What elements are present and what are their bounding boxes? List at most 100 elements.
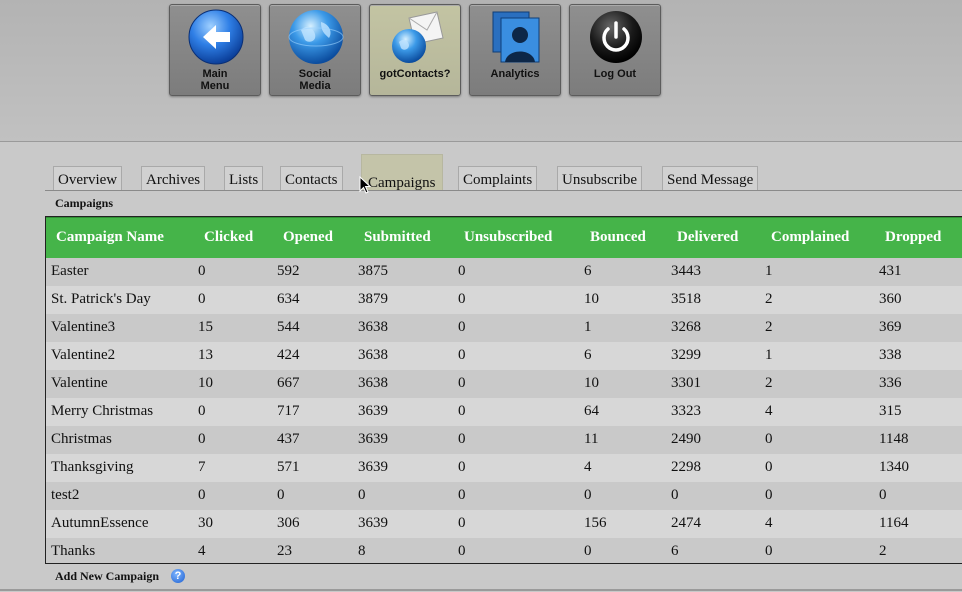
table-row[interactable]: St. Patrick's Day 0 634 3879 0 10 3518 2 360	[46, 285, 962, 314]
log-out-button[interactable]: Log Out	[569, 4, 661, 96]
table-cell: 0	[765, 459, 773, 475]
table-row[interactable]: Valentine 10 667 3638 0 10 3301 2 336	[46, 369, 962, 398]
table-cell: 3875	[358, 263, 388, 279]
table-cell: 4	[765, 515, 773, 531]
campaign-name-cell[interactable]: Easter	[46, 258, 194, 286]
table-row[interactable]: Thanksgiving 7 571 3639 0 4 2298 0 1340	[46, 453, 962, 482]
table-cell: 1	[765, 347, 773, 363]
campaign-name-cell[interactable]: test2	[46, 482, 194, 510]
campaign-name-cell[interactable]: Christmas	[46, 426, 194, 454]
social-media-button[interactable]: Social Media	[269, 4, 361, 96]
table-cell: 1164	[879, 515, 909, 531]
nav-label: Analytics	[490, 68, 540, 80]
table-cell: 0	[458, 543, 466, 559]
globe-icon	[288, 10, 344, 64]
table-cell: 3639	[358, 431, 388, 447]
table-cell: 3639	[358, 515, 388, 531]
table-row[interactable]: Easter 0 592 3875 0 6 3443 1 431	[46, 257, 962, 286]
main-menu-button[interactable]: Main Menu	[169, 4, 261, 96]
add-new-campaign-link[interactable]: Add New Campaign	[55, 569, 159, 584]
table-row[interactable]: Thanks 4 23 8 0 0 6 0 2	[46, 537, 962, 564]
column-header[interactable]: Dropped	[875, 217, 962, 258]
table-cell: 3443	[671, 263, 701, 279]
column-header[interactable]: Delivered	[667, 217, 761, 258]
tab-overview[interactable]: Overview	[53, 166, 123, 190]
table-cell: 2	[765, 319, 773, 335]
column-header[interactable]: Complained	[761, 217, 875, 258]
table-cell: 0	[458, 263, 466, 279]
table-cell: 437	[277, 431, 300, 447]
table-header-row: Campaign Name Clicked Opened Submitted Unsub…	[46, 217, 962, 258]
campaigns-table: Campaign Name Clicked Opened Submitted Unsub…	[45, 216, 962, 564]
tab-complaints[interactable]: Complaints	[458, 166, 538, 190]
table-cell: 0	[198, 487, 206, 503]
table-cell: 338	[879, 347, 902, 363]
table-cell: 10	[584, 291, 599, 307]
table-cell: 7	[198, 459, 206, 475]
table-row[interactable]: test2 0 0 0 0 0 0 0 0	[46, 481, 962, 510]
table-cell: 336	[879, 375, 902, 391]
table-cell: 2490	[671, 431, 701, 447]
table-cell: 10	[584, 375, 599, 391]
column-header[interactable]: Campaign Name	[46, 217, 194, 258]
column-header[interactable]: Submitted	[354, 217, 454, 258]
table-cell: 8	[358, 543, 366, 559]
table-cell: 0	[879, 487, 887, 503]
table-cell: 3638	[358, 375, 388, 391]
campaign-name-cell[interactable]: Thanksgiving	[46, 454, 194, 482]
tab-unsubscribe[interactable]: Unsubscribe	[557, 166, 642, 190]
column-header[interactable]: Bounced	[580, 217, 667, 258]
tab-send-message[interactable]: Send Message	[662, 166, 759, 190]
table-cell: 6	[671, 543, 679, 559]
table-cell: 3638	[358, 319, 388, 335]
table-cell: 3639	[358, 403, 388, 419]
column-header[interactable]: Opened	[273, 217, 354, 258]
table-cell: 369	[879, 319, 902, 335]
table-cell: 2	[765, 375, 773, 391]
campaign-name-cell[interactable]: Valentine	[46, 370, 194, 398]
column-header[interactable]: Unsubscribed	[454, 217, 580, 258]
table-cell: 13	[198, 347, 213, 363]
table-cell: 0	[458, 347, 466, 363]
tab-contacts[interactable]: Contacts	[280, 166, 343, 190]
top-toolbar: Main Menu Social Media gotContacts? Anal…	[0, 0, 962, 142]
table-cell: 0	[458, 403, 466, 419]
campaign-name-cell[interactable]: AutumnEssence	[46, 510, 194, 538]
gotcontacts-button[interactable]: gotContacts?	[369, 4, 461, 96]
nav-label: gotContacts?	[379, 68, 451, 80]
table-cell: 634	[277, 291, 300, 307]
table-row[interactable]: Valentine3 15 544 3638 0 1 3268 2 369	[46, 313, 962, 342]
table-row[interactable]: Christmas 0 437 3639 0 11 2490 0 1148	[46, 425, 962, 454]
column-header[interactable]: Clicked	[194, 217, 273, 258]
help-icon[interactable]: ?	[171, 569, 185, 583]
table-cell: 431	[879, 263, 902, 279]
table-cell: 0	[458, 487, 466, 503]
campaign-name-cell[interactable]: Valentine2	[46, 342, 194, 370]
people-icon	[492, 11, 540, 63]
table-cell: 0	[198, 263, 206, 279]
campaign-name-cell[interactable]: Valentine3	[46, 314, 194, 342]
table-cell: 11	[584, 431, 599, 447]
nav-label: Main Menu	[200, 68, 230, 92]
campaign-name-cell[interactable]: Merry Christmas	[46, 398, 194, 426]
table-cell: 0	[358, 487, 366, 503]
nav-label: Social Media	[298, 68, 332, 92]
table-cell: 3639	[358, 459, 388, 475]
table-row[interactable]: Valentine2 13 424 3638 0 6 3299 1 338	[46, 341, 962, 370]
table-cell: 3268	[671, 319, 701, 335]
analytics-button[interactable]: Analytics	[469, 4, 561, 96]
table-row[interactable]: Merry Christmas 0 717 3639 0 64 3323 4 315	[46, 397, 962, 426]
footer-divider	[0, 589, 962, 591]
table-cell: 3299	[671, 347, 701, 363]
table-cell: 3638	[358, 347, 388, 363]
globe-envelope-icon	[392, 11, 444, 63]
table-cell: 0	[671, 487, 679, 503]
table-cell: 3879	[358, 291, 388, 307]
campaign-name-cell[interactable]: St. Patrick's Day	[46, 286, 194, 314]
tab-lists[interactable]: Lists	[224, 166, 264, 190]
table-row[interactable]: AutumnEssence 30 306 3639 0 156 2474 4 1164	[46, 509, 962, 538]
tab-campaigns[interactable]: Campaigns	[361, 154, 443, 191]
campaign-name-cell[interactable]: Thanks	[46, 538, 194, 564]
table-cell: 0	[198, 431, 206, 447]
tab-archives[interactable]: Archives	[141, 166, 206, 190]
